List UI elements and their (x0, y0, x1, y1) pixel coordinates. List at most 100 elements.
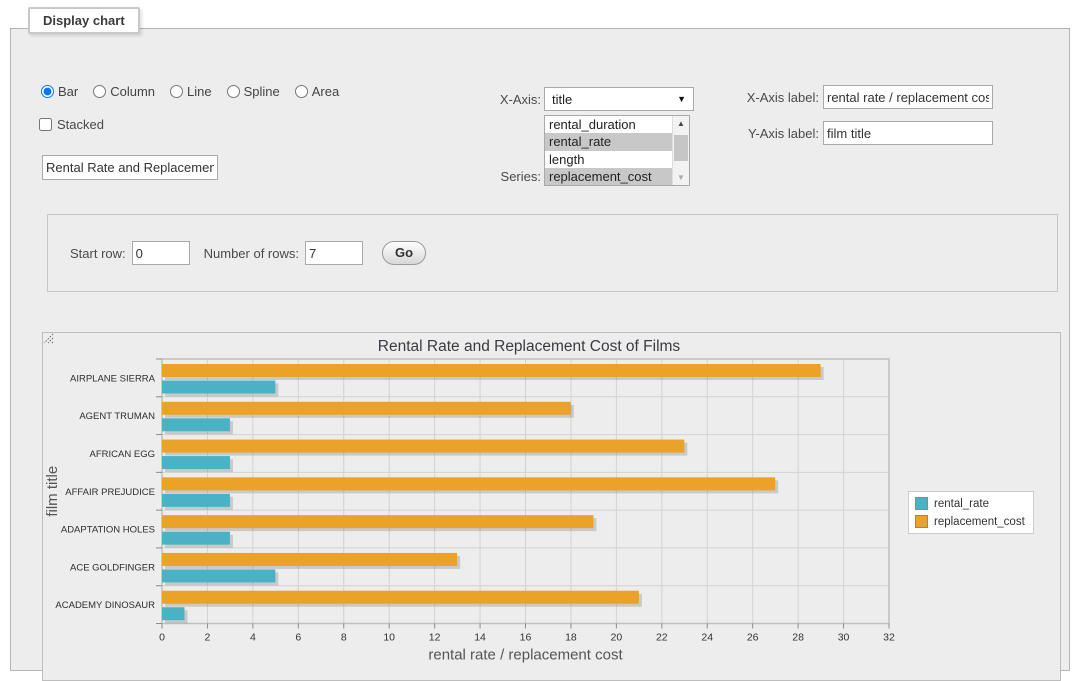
series-option-replacement_cost[interactable]: replacement_cost (545, 168, 672, 185)
scrollbar-track[interactable] (673, 131, 689, 170)
resize-handle-icon[interactable] (43, 333, 54, 344)
legend-label: replacement_cost (934, 516, 1025, 528)
bar-rental_rate (162, 569, 275, 582)
chart-type-column[interactable]: Column (93, 84, 155, 99)
bar-replacement_cost (162, 364, 821, 377)
svg-text:24: 24 (701, 632, 713, 644)
chart-title-input[interactable] (42, 155, 218, 180)
bar-replacement_cost (162, 402, 571, 415)
svg-text:ACE GOLDFINGER: ACE GOLDFINGER (70, 562, 155, 573)
chart-type-radio-bar[interactable] (41, 85, 54, 98)
chart-type-label: Spline (244, 84, 280, 99)
bar-replacement_cost (162, 440, 684, 453)
x-axis-caption: X-Axis: (431, 92, 541, 107)
chart-type-label: Column (110, 84, 155, 99)
chart-type-radio-column[interactable] (93, 85, 106, 98)
legend-swatch-icon (915, 515, 928, 528)
svg-text:AFRICAN EGG: AFRICAN EGG (90, 449, 155, 460)
chart-type-radio-area[interactable] (295, 85, 308, 98)
svg-text:20: 20 (611, 632, 623, 644)
x-axis-selected-value: title (552, 92, 572, 107)
bar-replacement_cost (162, 591, 639, 604)
chart-legend: rental_rate replacement_cost (908, 491, 1034, 534)
category-labels: AIRPLANE SIERRA AGENT TRUMAN AFRICAN EGG AF… (55, 373, 155, 611)
svg-text:26: 26 (747, 632, 759, 644)
legend-item-rental_rate: rental_rate (915, 497, 1025, 510)
series-options: rental_durationrental_ratelengthreplacem… (545, 116, 672, 185)
svg-text:18: 18 (565, 632, 577, 644)
chart-type-label: Area (312, 84, 339, 99)
x-axis-label-caption: X-Axis label: (701, 90, 819, 105)
bar-replacement_cost (162, 515, 593, 528)
svg-text:film title: film title (44, 466, 61, 517)
series-caption: Series: (431, 169, 541, 184)
start-row-input[interactable] (132, 241, 190, 265)
chart-type-label: Bar (58, 84, 78, 99)
chevron-down-icon: ▼ (677, 94, 686, 104)
svg-text:ACADEMY DINOSAUR: ACADEMY DINOSAUR (55, 600, 155, 611)
y-axis-label-input[interactable] (823, 121, 993, 145)
scroll-up-icon[interactable]: ▲ (673, 116, 689, 131)
svg-text:4: 4 (250, 632, 256, 644)
x-axis-select[interactable]: title ▼ (544, 87, 694, 111)
chart-type-label: Line (187, 84, 212, 99)
scrollbar-thumb[interactable] (674, 135, 688, 161)
scroll-down-icon[interactable]: ▼ (673, 170, 689, 185)
svg-text:32: 32 (883, 632, 895, 644)
stacked-label: Stacked (57, 117, 104, 132)
x-axis-label-input[interactable] (823, 85, 993, 109)
display-chart-fieldset: BarColumnLineSplineArea Stacked X-Axis: … (10, 28, 1070, 671)
series-multiselect[interactable]: rental_durationrental_ratelengthreplacem… (544, 115, 690, 186)
series-option-length[interactable]: length (545, 151, 672, 168)
bar-rental_rate (162, 607, 184, 620)
bar-rental_rate (162, 494, 230, 507)
svg-text:ADAPTATION HOLES: ADAPTATION HOLES (61, 525, 155, 536)
chart-panel: AIRPLANE SIERRA AGENT TRUMAN AFRICAN EGG AF… (42, 332, 1061, 681)
svg-text:AGENT TRUMAN: AGENT TRUMAN (79, 411, 155, 422)
series-option-rental_duration[interactable]: rental_duration (545, 116, 672, 133)
svg-text:16: 16 (520, 632, 532, 644)
svg-text:30: 30 (838, 632, 850, 644)
axis-tick-marks (156, 359, 889, 629)
chart-type-radio-line[interactable] (170, 85, 183, 98)
svg-text:14: 14 (474, 632, 486, 644)
bar-rental_rate (162, 381, 275, 394)
row-range-box: Start row: Number of rows: Go (47, 214, 1058, 292)
display-chart-legend: Display chart (28, 7, 140, 34)
num-rows-label: Number of rows: (204, 246, 299, 261)
stacked-checkbox[interactable] (39, 118, 52, 131)
bar-rental_rate (162, 418, 230, 431)
svg-text:6: 6 (295, 632, 301, 644)
go-button[interactable]: Go (382, 241, 426, 265)
start-row-label: Start row: (70, 246, 126, 261)
legend-item-replacement_cost: replacement_cost (915, 515, 1025, 528)
chart-type-area[interactable]: Area (295, 84, 339, 99)
legend-swatch-icon (915, 497, 928, 510)
bar-replacement_cost (162, 553, 457, 566)
chart-type-spline[interactable]: Spline (227, 84, 280, 99)
series-option-rental_rate[interactable]: rental_rate (545, 133, 672, 150)
stacked-row: Stacked (39, 117, 104, 132)
svg-text:rental rate / replacement cost: rental rate / replacement cost (428, 647, 623, 664)
svg-text:0: 0 (159, 632, 165, 644)
svg-text:AFFAIR PREJUDICE: AFFAIR PREJUDICE (65, 487, 155, 498)
svg-text:8: 8 (341, 632, 347, 644)
y-axis-title: film title (44, 466, 61, 517)
svg-text:10: 10 (383, 632, 395, 644)
bar-rental_rate (162, 532, 230, 545)
num-rows-input[interactable] (305, 241, 363, 265)
svg-text:AIRPLANE SIERRA: AIRPLANE SIERRA (70, 373, 156, 384)
bar-replacement_cost (162, 477, 775, 490)
legend-label: rental_rate (934, 498, 989, 510)
svg-text:Rental Rate and Replacement Co: Rental Rate and Replacement Cost of Film… (378, 338, 681, 355)
x-tick-labels: 02468101214161820222426283032 (159, 632, 895, 644)
chart-type-bar[interactable]: Bar (41, 84, 78, 99)
series-scrollbar[interactable]: ▲ ▼ (672, 116, 689, 185)
y-axis-label-caption: Y-Axis label: (701, 126, 819, 141)
chart-title: Rental Rate and Replacement Cost of Film… (378, 338, 681, 355)
page: BarColumnLineSplineArea Stacked X-Axis: … (0, 0, 1081, 681)
chart-type-line[interactable]: Line (170, 84, 212, 99)
chart-type-radio-spline[interactable] (227, 85, 240, 98)
chart-type-group: Bar Column Line Spline Area (41, 84, 339, 99)
x-axis-title: rental rate / replacement cost (428, 647, 623, 664)
